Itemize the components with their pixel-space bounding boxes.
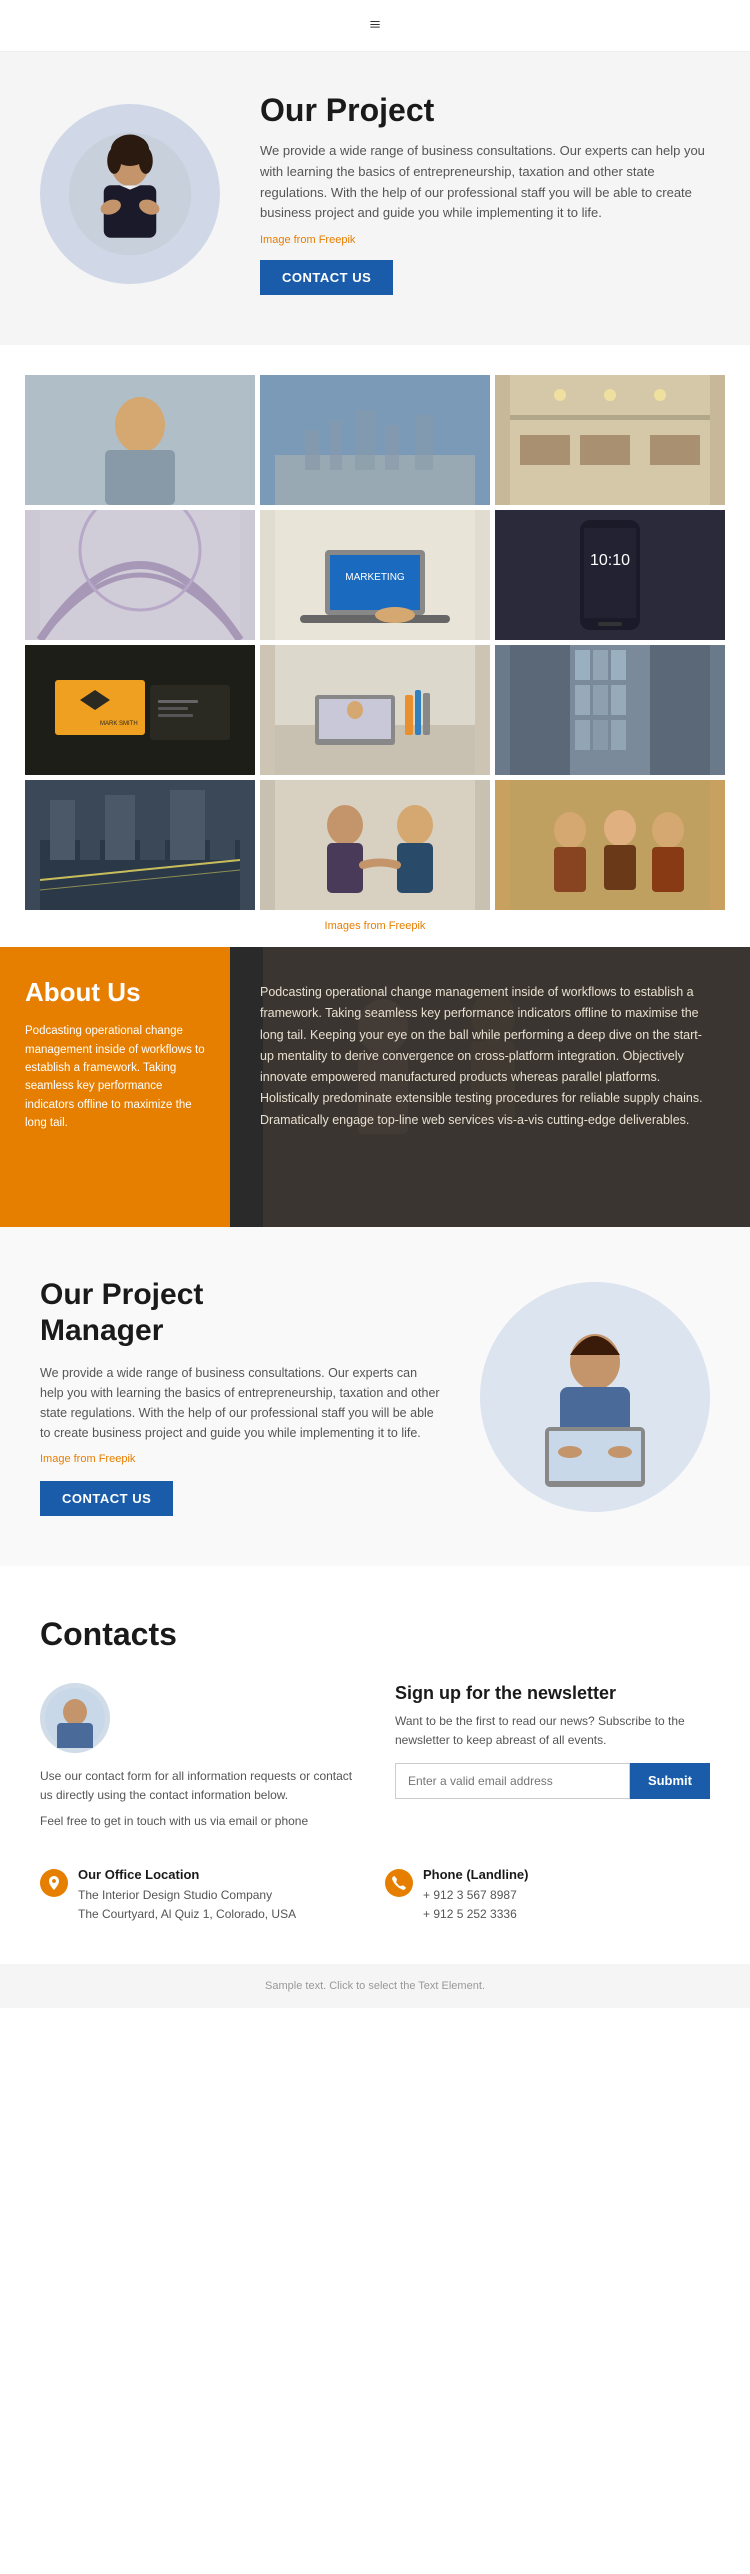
top-navigation: ≡ — [0, 0, 750, 52]
gallery-cell-11 — [260, 780, 490, 910]
gallery-cell-10 — [25, 780, 255, 910]
newsletter-submit-button[interactable]: Submit — [630, 1763, 710, 1799]
contacts-title: Contacts — [40, 1616, 710, 1653]
pm-image-credit: Image from Freepik — [40, 1453, 440, 1465]
contacts-section: Contacts Use our contact form for all in… — [0, 1566, 750, 1964]
contacts-right: Sign up for the newsletter Want to be th… — [395, 1683, 710, 1837]
location-line1: The Interior Design Studio Company — [78, 1886, 296, 1905]
location-icon — [40, 1869, 68, 1897]
gallery-grid: MARKETING 10:10 — [25, 375, 725, 910]
phone-info: Phone (Landline) + 912 3 567 8987 + 912 … — [385, 1867, 710, 1924]
footer-sample-text: Sample text. Click to select the Text El… — [0, 1964, 750, 2008]
pm-description: We provide a wide range of business cons… — [40, 1363, 440, 1443]
pm-contact-button[interactable]: CONTACT US — [40, 1481, 173, 1516]
pm-credit-prefix: Image from — [40, 1453, 96, 1465]
contacts-left: Use our contact form for all information… — [40, 1683, 355, 1837]
pm-section: Our ProjectManager We provide a wide ran… — [0, 1227, 750, 1566]
phone-line2: + 912 5 252 3336 — [423, 1905, 528, 1924]
newsletter-title: Sign up for the newsletter — [395, 1683, 710, 1704]
hero-description: We provide a wide range of business cons… — [260, 141, 710, 224]
about-section: About Us Podcasting operational change m… — [0, 947, 750, 1227]
svg-text:MARKETING: MARKETING — [345, 572, 405, 583]
gallery-cell-1 — [25, 375, 255, 505]
about-left: About Us Podcasting operational change m… — [0, 947, 230, 1227]
newsletter-description: Want to be the first to read our news? S… — [395, 1712, 710, 1750]
newsletter-email-input[interactable] — [395, 1763, 630, 1799]
hero-image — [40, 104, 220, 284]
gallery-section: MARKETING 10:10 — [0, 345, 750, 947]
hero-contact-button[interactable]: CONTACT US — [260, 260, 393, 295]
gallery-cell-4 — [25, 510, 255, 640]
phone-line1: + 912 3 567 8987 — [423, 1886, 528, 1905]
phone-text: Phone (Landline) + 912 3 567 8987 + 912 … — [423, 1867, 528, 1924]
svg-text:10:10: 10:10 — [590, 552, 630, 569]
gallery-credit-prefix: Images from — [325, 920, 386, 932]
contacts-avatar — [40, 1683, 110, 1753]
contacts-desc1: Use our contact form for all information… — [40, 1767, 355, 1805]
pm-image — [480, 1282, 710, 1512]
phone-label: Phone (Landline) — [423, 1867, 528, 1882]
gallery-cell-12 — [495, 780, 725, 910]
info-rows: Our Office Location The Interior Design … — [40, 1867, 710, 1924]
hero-person-svg — [60, 124, 200, 264]
pm-credit-source: Freepik — [99, 1453, 136, 1465]
phone-icon — [385, 1869, 413, 1897]
gallery-cell-2 — [260, 375, 490, 505]
hamburger-icon[interactable]: ≡ — [369, 14, 380, 37]
hero-section: Our Project We provide a wide range of b… — [0, 52, 750, 345]
about-right: Podcasting operational change management… — [230, 947, 750, 1227]
gallery-credit: Images from Freepik — [25, 920, 725, 932]
about-left-description: Podcasting operational change management… — [25, 1022, 205, 1132]
location-info: Our Office Location The Interior Design … — [40, 1867, 365, 1924]
gallery-cell-6: 10:10 — [495, 510, 725, 640]
location-line2: The Courtyard, Al Quiz 1, Colorado, USA — [78, 1905, 296, 1924]
location-text: Our Office Location The Interior Design … — [78, 1867, 296, 1924]
gallery-cell-3 — [495, 375, 725, 505]
gallery-cell-8 — [260, 645, 490, 775]
gallery-cell-7: MARK SMITH — [25, 645, 255, 775]
about-title: About Us — [25, 977, 205, 1008]
pm-content: Our ProjectManager We provide a wide ran… — [40, 1277, 440, 1516]
hero-credit-source: Freepik — [319, 234, 356, 246]
gallery-cell-9 — [495, 645, 725, 775]
contacts-grid: Use our contact form for all information… — [40, 1683, 710, 1837]
gallery-credit-source: Freepik — [389, 920, 426, 932]
contacts-avatar-svg — [45, 1688, 105, 1748]
pm-person-svg — [495, 1297, 695, 1497]
svg-text:MARK SMITH: MARK SMITH — [100, 721, 138, 727]
pm-title: Our ProjectManager — [40, 1277, 440, 1349]
contacts-desc2: Feel free to get in touch with us via em… — [40, 1812, 355, 1831]
hero-credit-prefix: Image from — [260, 234, 316, 246]
location-label: Our Office Location — [78, 1867, 296, 1882]
about-right-text: Podcasting operational change management… — [260, 982, 715, 1131]
gallery-cell-5: MARKETING — [260, 510, 490, 640]
hero-content: Our Project We provide a wide range of b… — [260, 92, 710, 295]
hero-title: Our Project — [260, 92, 710, 129]
newsletter-form: Submit — [395, 1763, 710, 1799]
hero-image-credit: Image from Freepik — [260, 234, 710, 246]
